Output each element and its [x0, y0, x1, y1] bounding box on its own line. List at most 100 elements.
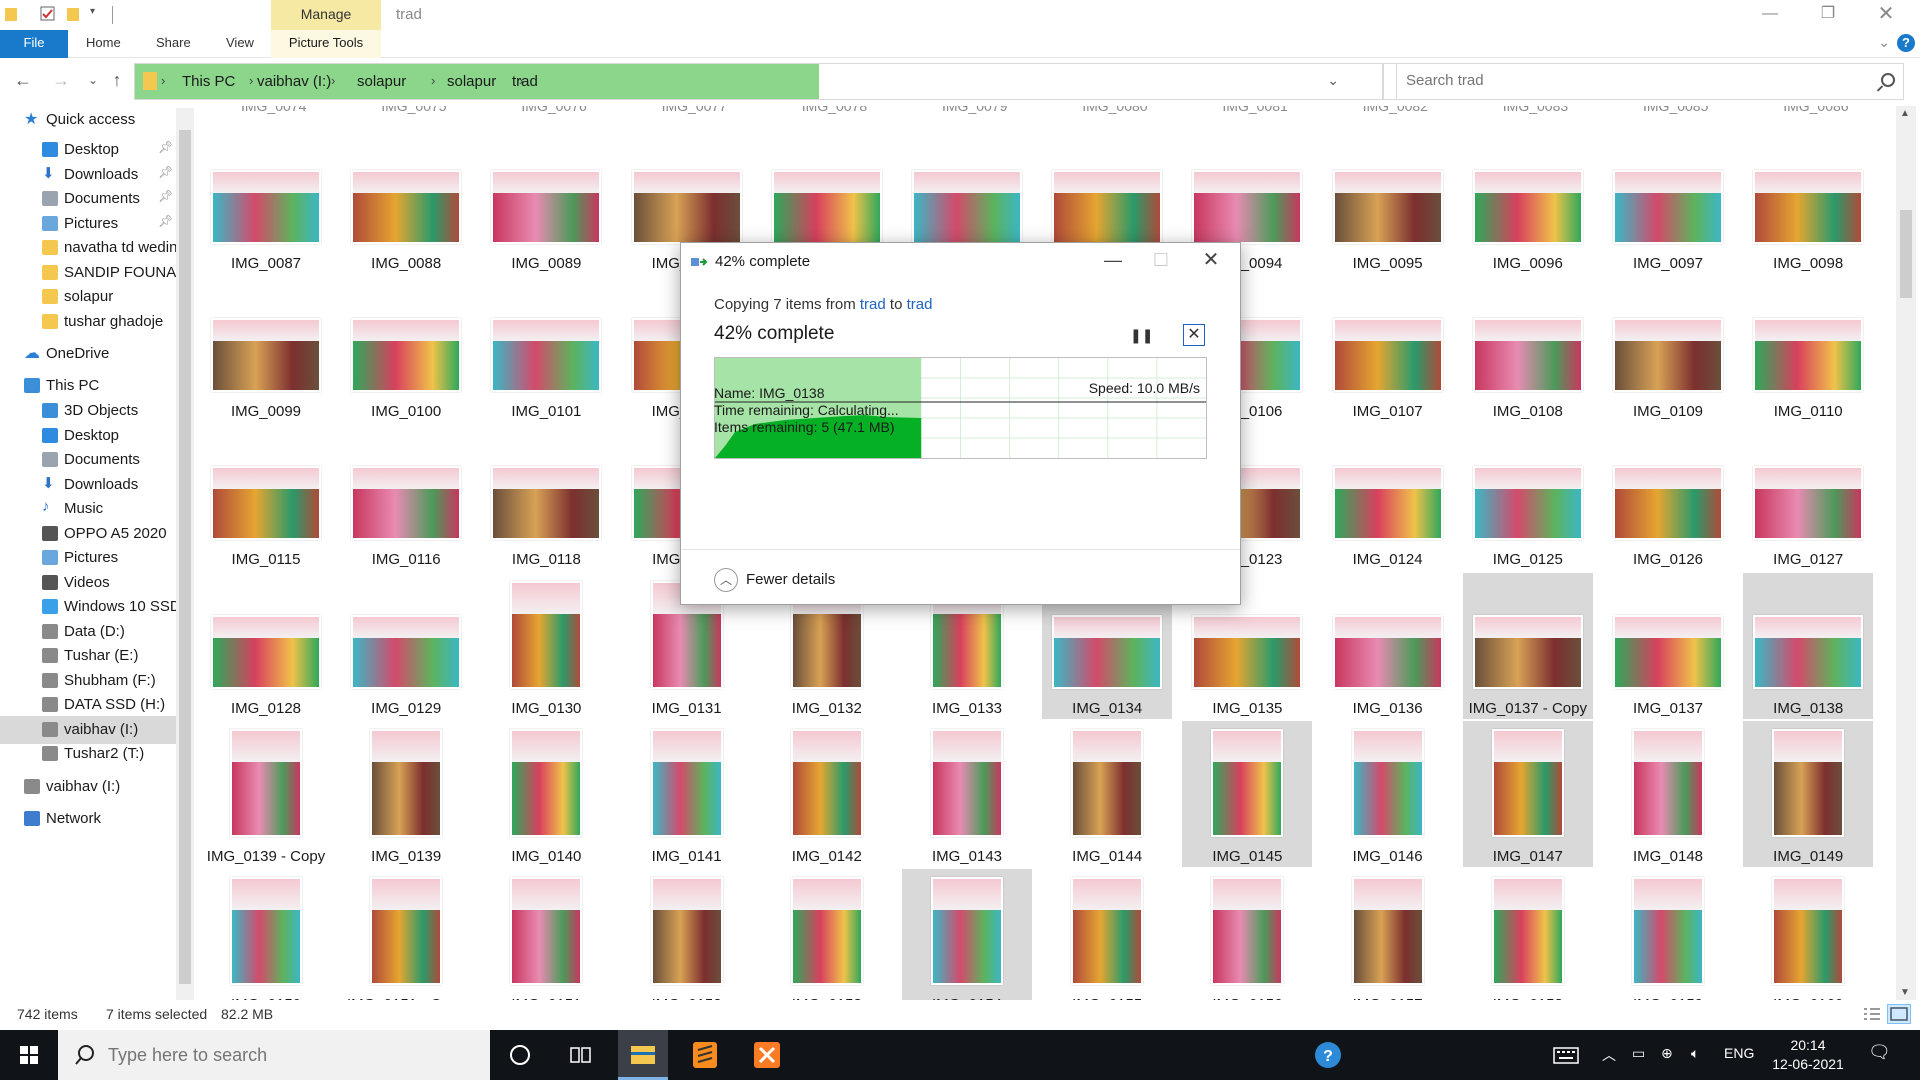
nav-scroll-thumb[interactable] — [179, 130, 191, 984]
dialog-close-button[interactable]: ✕ — [1191, 247, 1231, 275]
file-tile[interactable]: IMG_0099 — [201, 276, 331, 422]
destination-folder-link[interactable]: trad — [907, 296, 933, 313]
properties-icon[interactable] — [40, 6, 56, 22]
breadcrumb-this-pc[interactable]: This PC — [182, 73, 235, 90]
address-bar[interactable]: › This PC › vaibhav (I:) › solapur › sol… — [134, 63, 1384, 100]
network-icon[interactable]: ⊕ — [1661, 1045, 1673, 1062]
input-language[interactable]: ENG — [1724, 1045, 1754, 1061]
back-button[interactable]: ← — [12, 70, 34, 92]
image-thumbnail[interactable] — [1753, 318, 1864, 393]
volume-icon[interactable]: 🔈︎ — [1691, 1045, 1699, 1062]
image-thumbnail[interactable] — [1772, 728, 1845, 837]
search-icon[interactable] — [1881, 73, 1895, 87]
xampp-icon[interactable] — [742, 1030, 792, 1080]
image-thumbnail[interactable] — [1613, 466, 1723, 541]
close-button[interactable]: ✕ — [1862, 0, 1910, 30]
file-tile[interactable]: IMG_0127 — [1743, 424, 1873, 570]
file-tile[interactable]: IMG_0110 — [1743, 276, 1873, 422]
tab-file[interactable]: File — [0, 30, 68, 58]
cancel-copy-button[interactable]: ✕ — [1183, 324, 1205, 346]
keyboard-icon[interactable] — [1553, 1045, 1579, 1068]
fewer-details-label[interactable]: Fewer details — [746, 571, 835, 588]
help-icon[interactable]: ? — [1897, 34, 1915, 52]
breadcrumb-drive[interactable]: vaibhav (I:) — [257, 73, 331, 90]
file-tile[interactable]: IMG_0137 — [1603, 573, 1733, 719]
image-thumbnail[interactable] — [1753, 170, 1864, 244]
nav-vaibhav-drive[interactable]: vaibhav (I:) — [0, 773, 176, 801]
file-tile[interactable]: IMG_0109 — [1603, 276, 1733, 422]
chevron-down-icon[interactable]: ⌄ — [1878, 34, 1890, 51]
teamviewer-icon[interactable]: ? — [1303, 1030, 1353, 1080]
chevron-down-icon[interactable]: ⌄ — [1327, 72, 1339, 89]
image-thumbnail[interactable] — [1772, 877, 1845, 985]
image-thumbnail[interactable] — [1632, 877, 1704, 985]
tab-picture-tools[interactable]: Picture Tools — [271, 30, 381, 58]
image-thumbnail[interactable] — [1491, 877, 1564, 985]
image-thumbnail[interactable] — [510, 877, 583, 985]
notifications-icon[interactable]: 🗨︎ — [1868, 1042, 1891, 1063]
chevron-right-icon[interactable]: › — [331, 73, 335, 88]
image-thumbnail[interactable] — [211, 466, 321, 541]
image-thumbnail[interactable] — [771, 170, 882, 244]
image-thumbnail[interactable] — [211, 318, 321, 393]
image-thumbnail[interactable] — [1632, 728, 1704, 837]
file-tile[interactable]: IMG_0160 — [1743, 869, 1873, 1000]
file-tile[interactable]: IMG_0148 — [1603, 721, 1733, 867]
file-tile[interactable]: IMG_0155 — [1042, 869, 1172, 1000]
taskbar-search-input[interactable] — [108, 1043, 468, 1067]
file-tile[interactable]: IMG_0118 — [481, 424, 611, 570]
image-thumbnail[interactable] — [1491, 728, 1564, 837]
file-tile[interactable]: IMG_0116 — [341, 424, 471, 570]
content-scrollbar[interactable]: ▲ ▼ — [1896, 106, 1916, 1000]
battery-icon[interactable]: ▭ — [1632, 1045, 1645, 1062]
file-tile[interactable]: IMG_0141 — [622, 721, 752, 867]
image-thumbnail[interactable] — [1052, 170, 1163, 244]
file-tile[interactable]: IMG_0089 — [481, 128, 611, 274]
image-thumbnail[interactable] — [1332, 466, 1443, 541]
file-tile[interactable]: IMG_0139 - Copy — [201, 721, 331, 867]
file-tile[interactable]: IMG_0159 — [1603, 869, 1733, 1000]
file-label-partial[interactable]: IMG_0076 — [521, 106, 586, 114]
file-tile[interactable]: IMG_0140 — [481, 721, 611, 867]
image-thumbnail[interactable] — [370, 877, 443, 985]
file-tile[interactable]: IMG_0154 — [902, 869, 1032, 1000]
file-tile[interactable]: IMG_0096 — [1463, 128, 1593, 274]
image-thumbnail[interactable] — [1332, 318, 1443, 393]
file-label-partial[interactable]: IMG_0078 — [802, 106, 867, 114]
image-thumbnail[interactable] — [510, 580, 583, 689]
file-tile[interactable]: IMG_0145 — [1182, 720, 1313, 867]
file-tile[interactable]: IMG_0157 — [1323, 869, 1453, 1000]
image-thumbnail[interactable] — [1613, 318, 1723, 393]
file-tile[interactable]: IMG_0129 — [341, 573, 471, 719]
chevron-right-icon[interactable]: › — [161, 73, 165, 88]
image-thumbnail[interactable] — [1613, 614, 1723, 689]
image-thumbnail[interactable] — [370, 728, 443, 837]
minimize-button[interactable]: — — [1746, 0, 1794, 30]
image-thumbnail[interactable] — [650, 728, 723, 837]
search-input[interactable] — [1397, 64, 1857, 97]
image-thumbnail[interactable] — [491, 466, 602, 541]
file-label-partial[interactable]: IMG_0079 — [942, 106, 1007, 114]
file-label-partial[interactable]: IMG_0080 — [1082, 106, 1147, 114]
cortana-icon[interactable] — [495, 1030, 545, 1080]
file-label-partial[interactable]: IMG_0085 — [1643, 106, 1708, 114]
image-thumbnail[interactable] — [1472, 466, 1583, 541]
image-thumbnail[interactable] — [1192, 170, 1303, 244]
file-label-partial[interactable]: IMG_0075 — [381, 106, 446, 114]
image-thumbnail[interactable] — [351, 318, 462, 393]
nav-quick-access[interactable]: ★ Quick access — [0, 106, 176, 134]
file-tile[interactable]: IMG_0108 — [1463, 276, 1593, 422]
breadcrumb-solapur-2[interactable]: solapur — [447, 73, 496, 90]
image-thumbnail[interactable] — [1753, 466, 1864, 541]
image-thumbnail[interactable] — [230, 728, 302, 837]
image-thumbnail[interactable] — [1052, 614, 1163, 689]
scroll-up-icon[interactable]: ▲ — [1900, 108, 1910, 119]
file-label-partial[interactable]: IMG_0081 — [1222, 106, 1287, 114]
image-thumbnail[interactable] — [1211, 877, 1284, 985]
image-thumbnail[interactable] — [1071, 728, 1144, 837]
large-icons-view-icon[interactable] — [1887, 1004, 1911, 1024]
file-tile[interactable]: IMG_0088 — [341, 128, 471, 274]
file-tile[interactable]: IMG_0144 — [1042, 721, 1172, 867]
image-thumbnail[interactable] — [351, 170, 462, 244]
restore-button[interactable]: ❐ — [1804, 0, 1852, 30]
